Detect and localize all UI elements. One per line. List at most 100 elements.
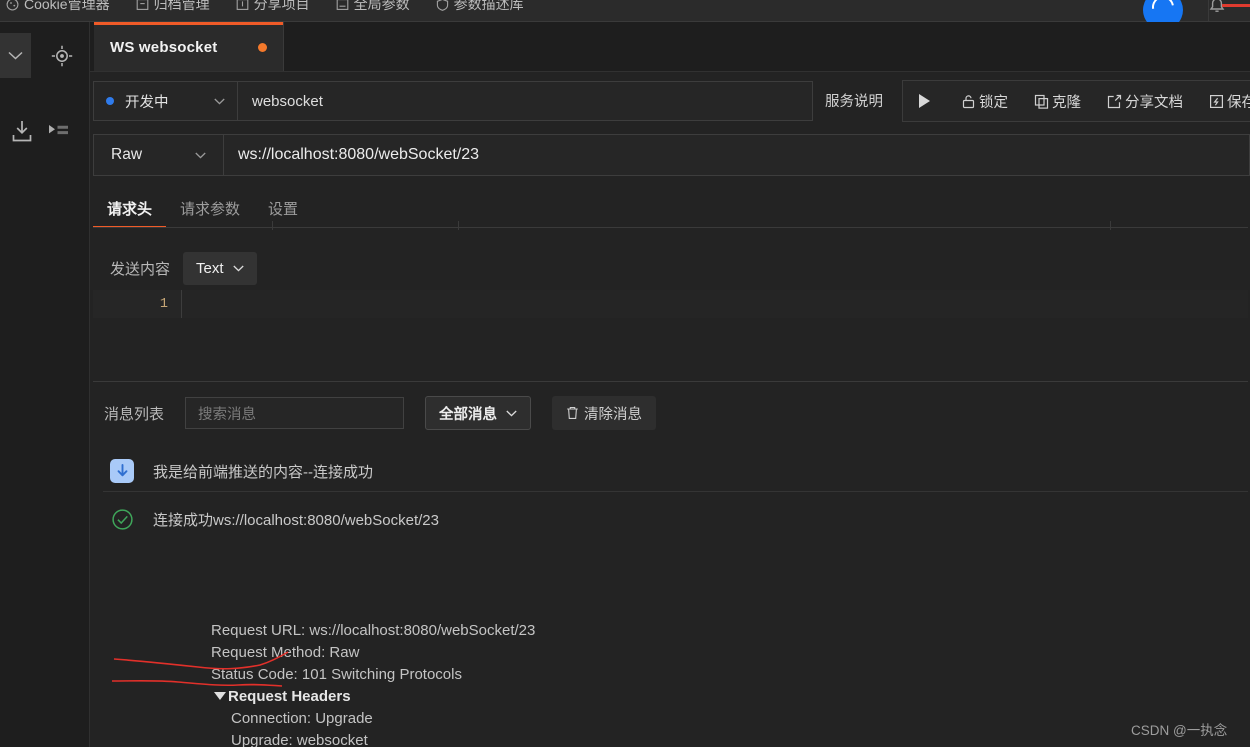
left-rail [0,22,90,747]
status-select[interactable]: 开发中 [93,81,238,121]
message-list-label: 消息列表 [104,405,165,423]
param-library-icon [436,0,449,11]
body-type-select[interactable]: Raw [93,134,224,176]
sub-tab-2[interactable]: 请求参数 [166,190,254,226]
menu-item-1[interactable]: Cookie管理器 [6,0,110,14]
menu-item-label: 归档管理 [153,0,210,12]
grid-tick [272,221,273,230]
chevron-down-icon [8,51,23,60]
message-row-success[interactable]: 连接成功ws://localhost:8080/webSocket/23 [103,492,1248,546]
global-param-icon [336,0,349,11]
clear-messages-label: 清除消息 [584,406,643,423]
editor-line-number: 1 [93,290,181,318]
triangle-down-icon [214,692,226,700]
lock-button[interactable]: 锁定 [948,81,1021,121]
search-message-input[interactable]: 搜索消息 [185,397,405,429]
message-text: 我是给前端推送的内容--连接成功 [153,463,373,481]
menu-item-label: Cookie管理器 [24,0,110,12]
watermark: CSDN @一执念 [1131,723,1228,738]
trash-icon [566,406,579,420]
avatar-glyph [1147,0,1179,22]
tab-ws-websocket[interactable]: WS websocket [94,22,284,72]
chevron-down-icon [232,265,244,272]
service-description-link[interactable]: 服务说明 [825,90,883,111]
menu-item-label: 分享项目 [253,0,310,12]
status-dot [106,97,114,105]
share-label: 分享文档 [1125,94,1183,111]
request-sub-tabs: 请求头 请求参数 设置 [93,190,1248,228]
message-text: 连接成功ws://localhost:8080/webSocket/23 [153,511,439,529]
clone-icon [1034,94,1049,109]
menu-item-2[interactable]: 归档管理 [136,0,210,14]
sub-tab-label: 请求参数 [180,200,241,218]
detail-headers-toggle[interactable]: Request Headers [211,686,535,708]
run-list-icon[interactable] [47,122,69,140]
request-name-row: 开发中 websocket [93,81,813,121]
top-menu-bar: Cookie管理器 归档管理 分享项目 全局参数 参数描述库 [0,0,1250,22]
content-type-select[interactable]: Text [183,252,257,285]
sub-tab-1[interactable]: 请求头 [93,190,167,228]
request-url-row: Raw ws://localhost:8080/webSocket/23 [93,134,1250,176]
cookie-icon [6,0,19,11]
request-tab-strip: WS websocket [90,22,1250,72]
locate-target-icon[interactable] [50,44,74,68]
content-type-label: Text [196,260,224,277]
message-filter-select[interactable]: 全部消息 [425,396,532,430]
detail-request-method: Request Method: Raw [211,644,360,661]
send-run-button[interactable] [903,81,948,121]
message-row-inbound[interactable]: 我是给前端推送的内容--连接成功 [103,444,1248,498]
send-content-editor[interactable]: 1 [93,290,1248,318]
inbound-arrow-icon [109,458,135,484]
sub-tab-label: 设置 [268,200,299,218]
send-content-row: 发送内容 Text [110,252,257,285]
grid-tick [1110,221,1111,230]
notification-bell-icon[interactable] [1207,0,1227,14]
share-doc-button[interactable]: 分享文档 [1094,81,1196,121]
editor-bottom-border [93,381,1248,382]
play-icon [919,94,930,108]
detail-header-upgrade: Upgrade: websocket [231,732,368,747]
share-icon [1107,94,1122,109]
menu-item-4[interactable]: 全局参数 [336,0,410,14]
sub-tab-3[interactable]: 设置 [254,190,312,226]
request-actions-toolbar: 锁定 克隆 分享文档 保存 [902,80,1250,122]
url-input[interactable]: ws://localhost:8080/webSocket/23 [224,134,1250,176]
menu-item-3[interactable]: 分享项目 [236,0,310,14]
grid-tick [458,221,459,230]
sidebar-collapse-button[interactable] [0,33,31,78]
success-check-icon [109,506,135,532]
menu-item-label: 全局参数 [353,0,410,12]
chevron-down-icon [195,152,206,159]
menu-item-5[interactable]: 参数描述库 [436,0,524,14]
notification-badge-line [1222,4,1250,7]
tab-unsaved-dot [258,43,267,52]
save-label: 保存 [1227,94,1250,111]
chevron-down-icon [506,410,517,417]
share-project-icon [236,0,249,11]
editor-text-area[interactable] [182,290,1248,318]
avatar[interactable] [1143,0,1183,22]
request-name-input[interactable]: websocket [238,81,813,121]
app-window: Cookie管理器 归档管理 分享项目 全局参数 参数描述库 WS websoc… [0,0,1250,747]
menu-item-label: 参数描述库 [453,0,524,12]
sub-tabs-underline [93,227,1248,228]
download-icon[interactable] [10,118,34,144]
request-panel: 开发中 websocket 服务说明 锁定 克隆 分享文档 保存 Raw ws:… [90,72,1250,747]
sub-tab-label: 请求头 [107,200,153,218]
detail-headers-title: Request Headers [228,688,351,705]
detail-status-code: Status Code: 101 Switching Protocols [211,666,462,683]
chevron-down-icon [214,98,225,105]
clear-messages-button[interactable]: 清除消息 [552,396,657,430]
send-content-label: 发送内容 [110,261,171,278]
message-list-toolbar: 消息列表 搜索消息 全部消息 清除消息 [104,396,657,430]
lock-icon [961,94,976,109]
archive-icon [136,0,149,11]
connection-detail-block: Request URL: ws://localhost:8080/webSock… [211,620,535,747]
body-type-label: Raw [111,146,143,163]
save-icon [1209,94,1224,109]
save-button[interactable]: 保存 [1196,81,1250,121]
message-filter-label: 全部消息 [439,406,498,423]
clone-button[interactable]: 克隆 [1021,81,1094,121]
detail-request-url: Request URL: ws://localhost:8080/webSock… [211,622,536,639]
clone-label: 克隆 [1052,94,1081,111]
